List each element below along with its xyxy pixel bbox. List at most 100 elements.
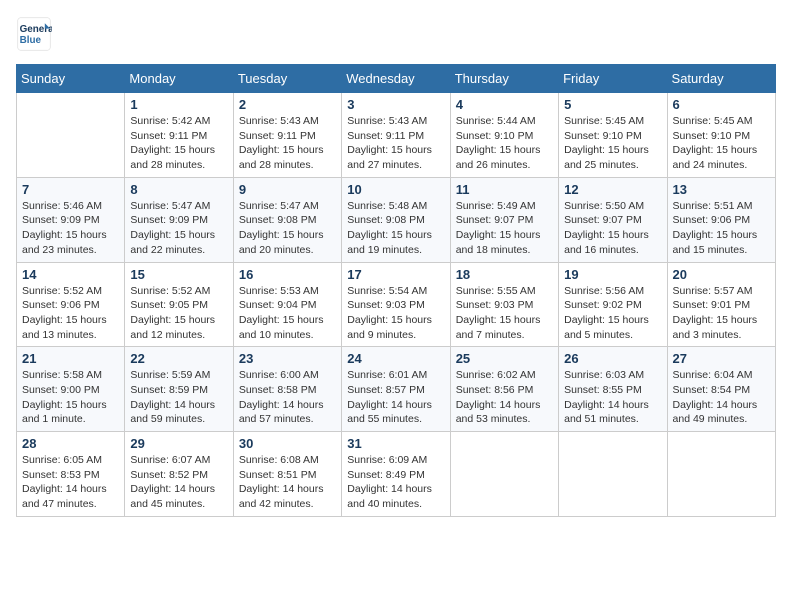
day-cell: 9 Sunrise: 5:47 AM Sunset: 9:08 PM Daylig… xyxy=(233,177,341,262)
day-info: Sunrise: 5:42 AM Sunset: 9:11 PM Dayligh… xyxy=(130,114,227,173)
day-info: Sunrise: 5:52 AM Sunset: 9:05 PM Dayligh… xyxy=(130,284,227,343)
day-cell: 27 Sunrise: 6:04 AM Sunset: 8:54 PM Dayli… xyxy=(667,347,775,432)
day-number: 20 xyxy=(673,267,770,282)
day-number: 14 xyxy=(22,267,119,282)
day-number: 23 xyxy=(239,351,336,366)
day-number: 15 xyxy=(130,267,227,282)
day-info: Sunrise: 6:04 AM Sunset: 8:54 PM Dayligh… xyxy=(673,368,770,427)
day-cell: 6 Sunrise: 5:45 AM Sunset: 9:10 PM Daylig… xyxy=(667,93,775,178)
day-number: 25 xyxy=(456,351,553,366)
day-cell: 15 Sunrise: 5:52 AM Sunset: 9:05 PM Dayli… xyxy=(125,262,233,347)
day-number: 3 xyxy=(347,97,444,112)
day-number: 17 xyxy=(347,267,444,282)
day-number: 29 xyxy=(130,436,227,451)
day-number: 16 xyxy=(239,267,336,282)
day-cell: 2 Sunrise: 5:43 AM Sunset: 9:11 PM Daylig… xyxy=(233,93,341,178)
logo: General Blue xyxy=(16,16,56,52)
day-info: Sunrise: 5:49 AM Sunset: 9:07 PM Dayligh… xyxy=(456,199,553,258)
day-cell: 13Sunrise: 5:51 AM Sunset: 9:06 PM Dayli… xyxy=(667,177,775,262)
day-number: 19 xyxy=(564,267,661,282)
col-header-tuesday: Tuesday xyxy=(233,65,341,93)
week-row-1: 1 Sunrise: 5:42 AM Sunset: 9:11 PM Daylig… xyxy=(17,93,776,178)
header-row: SundayMondayTuesdayWednesdayThursdayFrid… xyxy=(17,65,776,93)
day-info: Sunrise: 5:54 AM Sunset: 9:03 PM Dayligh… xyxy=(347,284,444,343)
day-number: 26 xyxy=(564,351,661,366)
week-row-2: 7Sunrise: 5:46 AM Sunset: 9:09 PM Daylig… xyxy=(17,177,776,262)
day-cell: 26Sunrise: 6:03 AM Sunset: 8:55 PM Dayli… xyxy=(559,347,667,432)
page-header: General Blue xyxy=(16,16,776,52)
day-info: Sunrise: 5:55 AM Sunset: 9:03 PM Dayligh… xyxy=(456,284,553,343)
day-number: 1 xyxy=(130,97,227,112)
day-info: Sunrise: 6:01 AM Sunset: 8:57 PM Dayligh… xyxy=(347,368,444,427)
day-number: 24 xyxy=(347,351,444,366)
day-number: 21 xyxy=(22,351,119,366)
day-cell: 3 Sunrise: 5:43 AM Sunset: 9:11 PM Daylig… xyxy=(342,93,450,178)
day-info: Sunrise: 6:07 AM Sunset: 8:52 PM Dayligh… xyxy=(130,453,227,512)
day-cell: 18 Sunrise: 5:55 AM Sunset: 9:03 PM Dayli… xyxy=(450,262,558,347)
day-cell: 4 Sunrise: 5:44 AM Sunset: 9:10 PM Daylig… xyxy=(450,93,558,178)
day-number: 13 xyxy=(673,182,770,197)
logo-icon: General Blue xyxy=(16,16,52,52)
day-info: Sunrise: 5:53 AM Sunset: 9:04 PM Dayligh… xyxy=(239,284,336,343)
day-info: Sunrise: 6:02 AM Sunset: 8:56 PM Dayligh… xyxy=(456,368,553,427)
day-cell: 24 Sunrise: 6:01 AM Sunset: 8:57 PM Dayli… xyxy=(342,347,450,432)
day-number: 22 xyxy=(130,351,227,366)
day-number: 5 xyxy=(564,97,661,112)
day-info: Sunrise: 6:05 AM Sunset: 8:53 PM Dayligh… xyxy=(22,453,119,512)
day-number: 7 xyxy=(22,182,119,197)
day-info: Sunrise: 5:43 AM Sunset: 9:11 PM Dayligh… xyxy=(239,114,336,173)
week-row-3: 14 Sunrise: 5:52 AM Sunset: 9:06 PM Dayli… xyxy=(17,262,776,347)
col-header-wednesday: Wednesday xyxy=(342,65,450,93)
day-cell: 12Sunrise: 5:50 AM Sunset: 9:07 PM Dayli… xyxy=(559,177,667,262)
day-number: 27 xyxy=(673,351,770,366)
week-row-5: 28Sunrise: 6:05 AM Sunset: 8:53 PM Dayli… xyxy=(17,432,776,517)
day-cell: 1 Sunrise: 5:42 AM Sunset: 9:11 PM Daylig… xyxy=(125,93,233,178)
day-number: 4 xyxy=(456,97,553,112)
day-cell: 28Sunrise: 6:05 AM Sunset: 8:53 PM Dayli… xyxy=(17,432,125,517)
day-cell: 11Sunrise: 5:49 AM Sunset: 9:07 PM Dayli… xyxy=(450,177,558,262)
day-cell: 22Sunrise: 5:59 AM Sunset: 8:59 PM Dayli… xyxy=(125,347,233,432)
day-cell: 20 Sunrise: 5:57 AM Sunset: 9:01 PM Dayli… xyxy=(667,262,775,347)
col-header-monday: Monday xyxy=(125,65,233,93)
col-header-thursday: Thursday xyxy=(450,65,558,93)
day-number: 8 xyxy=(130,182,227,197)
day-number: 30 xyxy=(239,436,336,451)
col-header-sunday: Sunday xyxy=(17,65,125,93)
day-cell xyxy=(559,432,667,517)
day-number: 6 xyxy=(673,97,770,112)
day-cell: 23Sunrise: 6:00 AM Sunset: 8:58 PM Dayli… xyxy=(233,347,341,432)
col-header-saturday: Saturday xyxy=(667,65,775,93)
day-info: Sunrise: 5:43 AM Sunset: 9:11 PM Dayligh… xyxy=(347,114,444,173)
col-header-friday: Friday xyxy=(559,65,667,93)
day-number: 31 xyxy=(347,436,444,451)
day-cell: 30 Sunrise: 6:08 AM Sunset: 8:51 PM Dayli… xyxy=(233,432,341,517)
day-cell xyxy=(667,432,775,517)
day-cell: 14 Sunrise: 5:52 AM Sunset: 9:06 PM Dayli… xyxy=(17,262,125,347)
day-cell: 7Sunrise: 5:46 AM Sunset: 9:09 PM Daylig… xyxy=(17,177,125,262)
day-cell: 21 Sunrise: 5:58 AM Sunset: 9:00 PM Dayli… xyxy=(17,347,125,432)
svg-text:Blue: Blue xyxy=(20,35,42,46)
day-info: Sunrise: 6:08 AM Sunset: 8:51 PM Dayligh… xyxy=(239,453,336,512)
day-cell xyxy=(17,93,125,178)
day-cell: 17 Sunrise: 5:54 AM Sunset: 9:03 PM Dayli… xyxy=(342,262,450,347)
day-cell: 25 Sunrise: 6:02 AM Sunset: 8:56 PM Dayli… xyxy=(450,347,558,432)
day-cell: 19 Sunrise: 5:56 AM Sunset: 9:02 PM Dayli… xyxy=(559,262,667,347)
day-cell: 10Sunrise: 5:48 AM Sunset: 9:08 PM Dayli… xyxy=(342,177,450,262)
day-info: Sunrise: 5:56 AM Sunset: 9:02 PM Dayligh… xyxy=(564,284,661,343)
day-info: Sunrise: 5:58 AM Sunset: 9:00 PM Dayligh… xyxy=(22,368,119,427)
day-number: 18 xyxy=(456,267,553,282)
day-info: Sunrise: 5:52 AM Sunset: 9:06 PM Dayligh… xyxy=(22,284,119,343)
day-info: Sunrise: 5:45 AM Sunset: 9:10 PM Dayligh… xyxy=(564,114,661,173)
day-info: Sunrise: 5:44 AM Sunset: 9:10 PM Dayligh… xyxy=(456,114,553,173)
day-cell: 31Sunrise: 6:09 AM Sunset: 8:49 PM Dayli… xyxy=(342,432,450,517)
day-number: 9 xyxy=(239,182,336,197)
day-info: Sunrise: 5:57 AM Sunset: 9:01 PM Dayligh… xyxy=(673,284,770,343)
day-info: Sunrise: 5:45 AM Sunset: 9:10 PM Dayligh… xyxy=(673,114,770,173)
day-info: Sunrise: 5:47 AM Sunset: 9:08 PM Dayligh… xyxy=(239,199,336,258)
day-number: 2 xyxy=(239,97,336,112)
day-number: 12 xyxy=(564,182,661,197)
day-info: Sunrise: 5:48 AM Sunset: 9:08 PM Dayligh… xyxy=(347,199,444,258)
day-cell: 29 Sunrise: 6:07 AM Sunset: 8:52 PM Dayli… xyxy=(125,432,233,517)
day-cell: 5 Sunrise: 5:45 AM Sunset: 9:10 PM Daylig… xyxy=(559,93,667,178)
calendar-table: SundayMondayTuesdayWednesdayThursdayFrid… xyxy=(16,64,776,517)
